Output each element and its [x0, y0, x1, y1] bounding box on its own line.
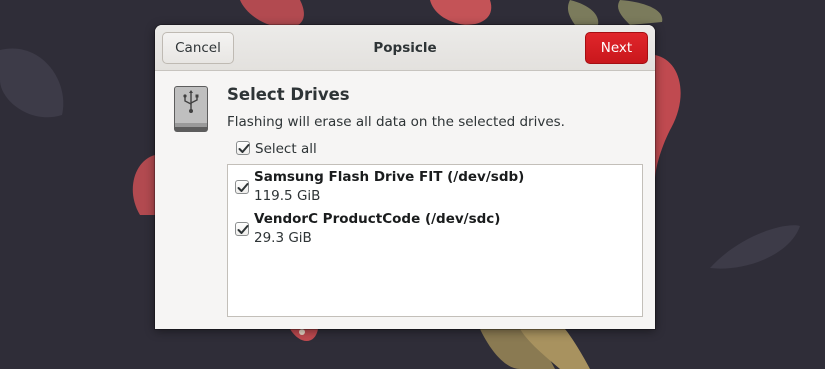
wallpaper-leaf — [567, 0, 599, 25]
wallpaper-leaf — [0, 48, 64, 118]
drive-size: 29.3 GiB — [254, 230, 312, 246]
next-button[interactable]: Next — [585, 32, 648, 64]
wallpaper-leaf — [132, 155, 155, 215]
select-all-checkbox[interactable] — [236, 141, 250, 155]
drive-checkbox[interactable] — [235, 222, 249, 236]
drive-checkbox[interactable] — [235, 180, 249, 194]
cancel-button[interactable]: Cancel — [162, 32, 234, 64]
drive-name: Samsung Flash Drive FIT (/dev/sdb) — [254, 169, 525, 185]
wallpaper-leaf — [240, 0, 304, 29]
header-bar: Cancel Popsicle Next — [155, 25, 655, 71]
drive-item[interactable]: Samsung Flash Drive FIT (/dev/sdb) 119.5… — [228, 166, 642, 206]
usb-drive-icon — [174, 86, 208, 132]
wallpaper-leaf — [710, 225, 800, 269]
checkmark-icon — [237, 183, 249, 192]
drive-name: VendorC ProductCode (/dev/sdc) — [254, 211, 501, 227]
drive-size: 119.5 GiB — [254, 188, 321, 204]
wallpaper-leaf — [618, 0, 663, 25]
page-heading: Select Drives — [227, 85, 350, 104]
popsicle-dialog: Cancel Popsicle Next Select Drives Flash… — [155, 25, 655, 329]
wallpaper-leaf — [655, 55, 681, 180]
drive-list: Samsung Flash Drive FIT (/dev/sdb) 119.5… — [227, 164, 643, 317]
page-description: Flashing will erase all data on the sele… — [227, 114, 565, 130]
drive-item[interactable]: VendorC ProductCode (/dev/sdc) 29.3 GiB — [228, 208, 642, 248]
checkmark-icon — [237, 225, 249, 234]
wallpaper-berry — [299, 329, 305, 335]
checkmark-icon — [238, 144, 250, 153]
wallpaper-leaf — [430, 0, 492, 25]
desktop: Cancel Popsicle Next Select Drives Flash… — [0, 0, 825, 369]
select-all-label[interactable]: Select all — [255, 141, 317, 157]
